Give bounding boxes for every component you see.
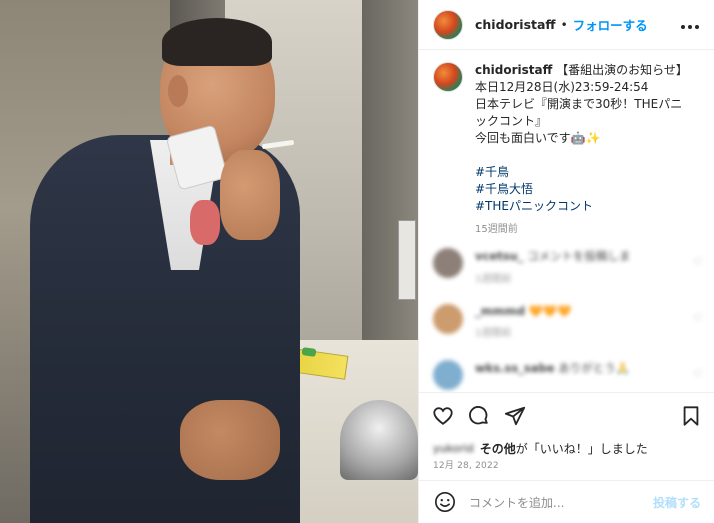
comment-text: ありがとう🙏 [558,361,631,375]
post-photo[interactable] [0,0,418,523]
caption-avatar[interactable] [433,62,463,92]
post-side-panel: chidoristaff • フォローする chidoristaff 【番組出演… [418,0,714,523]
photo-person-hand [220,150,280,240]
heart-icon[interactable]: ♡ [693,256,703,269]
bookmark-icon[interactable] [679,404,703,428]
comment-username[interactable]: _mmmd [475,304,525,318]
comment-meta: 1週間前 [475,274,512,285]
photo-person-lower-hand [180,400,280,480]
caption-time-ago: 15週間前 [475,224,518,235]
post-actions-bar [419,392,714,438]
hashtag-link[interactable]: #千鳥 [475,164,688,181]
header-username[interactable]: chidoristaff [475,17,556,32]
caption-line-3: 日本テレビ『開演まで30秒！THEパニ [475,97,683,111]
comment-username[interactable]: vcetsu_ [475,249,523,263]
caption-line-5: 今回も面白いです🤖✨ [475,131,601,145]
hashtag-link[interactable]: #THEパニックコント [475,198,688,215]
hashtag-link[interactable]: #千鳥大悟 [475,181,688,198]
follow-button[interactable]: フォローする [573,15,648,34]
likes-suffix: が「いいね！」しました [515,441,648,456]
comment-text: 🧡🧡🧡 [528,304,572,318]
caption-body: chidoristaff 【番組出演のお知らせ】 本日12月28日(水)23:5… [475,62,688,238]
liker-username[interactable]: yukorid [433,442,474,455]
post-header: chidoristaff • フォローする [419,0,714,50]
more-horizontal-icon[interactable] [680,15,700,34]
photo-ashtray [340,400,418,480]
comment-avatar[interactable] [433,360,463,390]
heart-icon[interactable]: ♡ [693,312,703,325]
caption-username[interactable]: chidoristaff [475,63,552,77]
comment-item: wks.ss_sabe ありがとう🙏 ♡ [433,360,703,390]
comment-item: vcetsu_ コメントを投稿しま 1週間前 ♡ [433,248,703,304]
caption-line-2: 本日12月28日(水)23:59-24:54 [475,80,649,94]
heart-icon[interactable] [431,404,455,428]
photo-door-sign [398,220,416,300]
caption-line-1: 【番組出演のお知らせ】 [556,63,688,77]
comment-list: vcetsu_ コメントを投稿しま 1週間前 ♡ _mmmd 🧡🧡🧡 1週間前 … [433,248,703,390]
comment-input[interactable]: コメントを追加... [469,494,653,511]
likes-summary: yukorid その他 が「いいね！」しました [433,438,703,458]
photo-person-hair [162,18,272,66]
smiley-icon[interactable] [433,490,457,514]
post-comment-button[interactable]: 投稿する [653,494,701,511]
comment-item: _mmmd 🧡🧡🧡 1週間前 ♡ [433,304,703,360]
comment-icon[interactable] [467,404,491,428]
avatar[interactable] [433,9,463,40]
comment-meta: 1週間前 [475,328,512,339]
add-comment-bar: コメントを追加... 投稿する [419,480,714,523]
photo-person-shirt-print [190,200,220,245]
caption-line-4: ックコント』 [475,114,548,128]
comment-text: コメントを投稿しま [527,249,631,263]
post-date: 12月 28, 2022 [433,461,499,471]
post-caption: chidoristaff 【番組出演のお知らせ】 本日12月28日(水)23:5… [433,62,703,238]
header-separator-dot: • [560,17,568,32]
share-icon[interactable] [503,404,527,428]
comment-username[interactable]: wks.ss_sabe [475,361,555,375]
likes-others-link[interactable]: その他 [480,440,516,457]
photo-person-ear [168,75,188,107]
comment-avatar[interactable] [433,304,463,334]
heart-icon[interactable]: ♡ [693,368,703,381]
comment-avatar[interactable] [433,248,463,278]
